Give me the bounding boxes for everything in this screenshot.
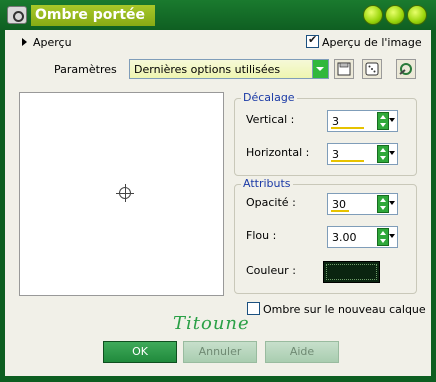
horizontal-label: Horizontal : bbox=[246, 146, 310, 159]
opacity-spinner[interactable]: 30 bbox=[327, 193, 398, 215]
signature-watermark: Titoune bbox=[173, 313, 250, 334]
expand-arrow-icon[interactable] bbox=[22, 38, 27, 46]
horizontal-spinner[interactable]: 3 bbox=[327, 143, 398, 165]
reset-button[interactable] bbox=[396, 59, 416, 79]
blur-spinner[interactable]: 3.00 bbox=[327, 226, 398, 248]
preview-image-label[interactable]: Aperçu de l'image bbox=[322, 36, 422, 49]
opacity-slider-bar bbox=[331, 210, 349, 212]
preview-image-checkbox[interactable] bbox=[306, 33, 319, 48]
offset-group-title: Décalage bbox=[241, 91, 297, 104]
shadow-color-swatch[interactable] bbox=[323, 261, 380, 283]
camera-icon bbox=[7, 6, 27, 24]
ok-button[interactable]: OK bbox=[103, 341, 177, 363]
preset-selected: Dernières options utilisées bbox=[134, 63, 281, 76]
horizontal-stepper-icon[interactable] bbox=[377, 145, 389, 163]
attributes-group: Attributs Opacité : 30 Flou : 3.00 Coule… bbox=[234, 177, 417, 294]
vertical-stepper-icon[interactable] bbox=[377, 112, 389, 130]
chevron-down-icon[interactable] bbox=[312, 60, 328, 78]
title-bar[interactable]: Ombre portée bbox=[0, 0, 436, 30]
preset-dropdown[interactable]: Dernières options utilisées bbox=[129, 59, 329, 79]
vertical-label: Vertical : bbox=[246, 113, 295, 126]
help-button[interactable]: Aide bbox=[265, 341, 339, 363]
save-icon bbox=[337, 62, 351, 76]
opacity-label: Opacité : bbox=[246, 196, 296, 209]
offset-group: Décalage Vertical : 3 Horizontal : 3 bbox=[234, 91, 417, 176]
blur-dropdown-icon[interactable] bbox=[389, 234, 395, 238]
vertical-dropdown-icon[interactable] bbox=[389, 118, 395, 122]
opacity-stepper-icon[interactable] bbox=[377, 195, 389, 213]
crosshair-icon bbox=[116, 184, 134, 202]
blur-value: 3.00 bbox=[332, 231, 357, 244]
blur-label: Flou : bbox=[246, 229, 277, 242]
new-layer-label[interactable]: Ombre sur le nouveau calque bbox=[263, 303, 426, 316]
preview-pane[interactable] bbox=[19, 92, 224, 296]
horizontal-slider-bar bbox=[331, 160, 364, 162]
window-title: Ombre portée bbox=[31, 5, 155, 26]
random-button[interactable] bbox=[362, 59, 382, 79]
attributes-group-title: Attributs bbox=[241, 177, 293, 190]
vertical-slider-bar bbox=[331, 127, 364, 129]
color-label: Couleur : bbox=[246, 264, 296, 277]
blur-stepper-icon[interactable] bbox=[377, 228, 389, 246]
minimize-button[interactable] bbox=[363, 5, 383, 25]
vertical-spinner[interactable]: 3 bbox=[327, 110, 398, 132]
save-preset-button[interactable] bbox=[334, 59, 354, 79]
opacity-dropdown-icon[interactable] bbox=[389, 201, 395, 205]
maximize-button[interactable] bbox=[385, 5, 405, 25]
reset-icon bbox=[399, 63, 412, 75]
dialog-body: Aperçu Aperçu de l'image Paramètres Dern… bbox=[5, 30, 431, 376]
params-label: Paramètres bbox=[54, 63, 117, 76]
horizontal-dropdown-icon[interactable] bbox=[389, 151, 395, 155]
cancel-button[interactable]: Annuler bbox=[183, 341, 257, 363]
dialog-window: Ombre portée Aperçu Aperçu de l'image Pa… bbox=[0, 0, 436, 382]
preview-toggle-label[interactable]: Aperçu bbox=[33, 36, 72, 49]
dice-icon bbox=[365, 62, 379, 76]
close-button[interactable] bbox=[407, 5, 427, 25]
